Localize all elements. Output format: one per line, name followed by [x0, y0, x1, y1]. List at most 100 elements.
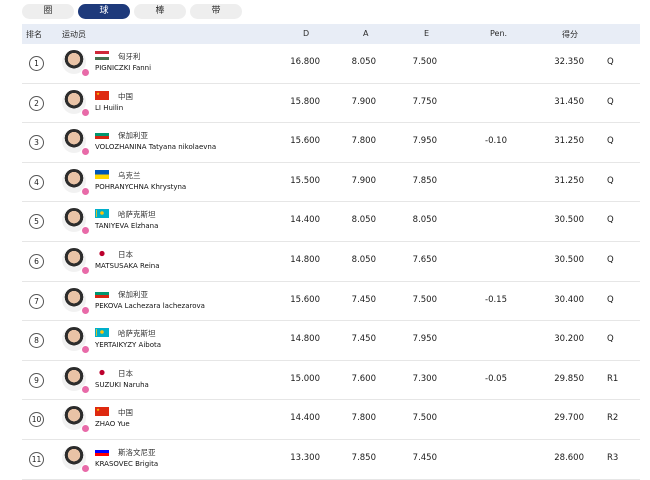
apparatus-tabs: 圈 球 棒 带: [22, 4, 242, 20]
tab-ribbon[interactable]: 带: [190, 4, 242, 19]
rank-badge: 11: [29, 451, 44, 467]
score-d: 15.600: [290, 136, 320, 147]
athlete-country: 中国: [118, 91, 133, 101]
flag-icon: [95, 367, 109, 377]
athlete-name[interactable]: PEKOVA Lachezara lachezarova: [95, 302, 205, 310]
athlete-country: 哈萨克斯坦: [118, 329, 156, 339]
score-a: 7.900: [351, 175, 376, 186]
qualification-status: R3: [607, 452, 619, 463]
qualification-status: Q: [607, 215, 614, 226]
score-total: 30.500: [554, 215, 584, 226]
athlete-name[interactable]: POHRANYCHNA Khrystyna: [95, 183, 186, 191]
score-pen: -0.05: [485, 373, 507, 384]
athlete-badge-icon: [81, 345, 90, 355]
score-e: 8.050: [412, 215, 437, 226]
athlete-name[interactable]: VOLOZHANINA Tatyana nikolaevna: [95, 143, 216, 151]
score-pen: -0.10: [485, 136, 507, 147]
score-a: 8.050: [351, 215, 376, 226]
score-total: 30.400: [554, 294, 584, 305]
header-d: D: [303, 29, 310, 38]
score-d: 15.600: [290, 294, 320, 305]
score-e: 7.850: [412, 175, 437, 186]
header-score: 得分: [562, 30, 578, 39]
athlete-badge-icon: [81, 147, 90, 157]
athlete-name[interactable]: MATSUSAKA Reina: [95, 262, 160, 270]
table-row[interactable]: 9 日本 SUZUKI Naruha 15.000 7.600 7.300 -0…: [22, 361, 640, 401]
athlete-country: 保加利亚: [118, 289, 148, 299]
flag-icon: ★: [95, 407, 109, 417]
score-e: 7.500: [412, 57, 437, 67]
score-a: 7.850: [351, 452, 376, 463]
score-d: 15.500: [290, 175, 320, 186]
table-row[interactable]: 5 哈萨克斯坦 TANIYEVA Elzhana 14.400 8.050 8.…: [22, 202, 640, 242]
athlete-name[interactable]: ZHAO Yue: [95, 420, 130, 428]
score-a: 7.600: [351, 373, 376, 384]
tab-ball[interactable]: 球: [78, 4, 130, 19]
svg-text:★: ★: [96, 91, 100, 96]
athlete-name[interactable]: SUZUKI Naruha: [95, 381, 149, 389]
rank-badge: 5: [29, 214, 44, 230]
score-pen: -0.15: [485, 294, 507, 305]
qualification-status: Q: [607, 254, 614, 265]
athlete-name[interactable]: LI Huilin: [95, 104, 123, 112]
score-e: 7.300: [412, 373, 437, 384]
athlete-country: 保加利亚: [118, 131, 148, 141]
rank-badge: 3: [29, 135, 44, 151]
flag-icon: [95, 51, 109, 60]
flag-icon: [95, 169, 109, 179]
table-row[interactable]: 7 保加利亚 PEKOVA Lachezara lachezarova 15.6…: [22, 282, 640, 322]
results-table: 排名 运动员 D A E Pen. 得分 1 匈牙利 PIGNICZKI Fan…: [22, 24, 640, 480]
table-row[interactable]: 3 保加利亚 VOLOZHANINA Tatyana nikolaevna 15…: [22, 123, 640, 163]
table-row[interactable]: 1 匈牙利 PIGNICZKI Fanni 16.800 8.050 7.500…: [22, 44, 640, 84]
flag-icon: [95, 288, 109, 298]
score-e: 7.950: [412, 334, 437, 345]
rank-badge: 9: [29, 372, 44, 388]
score-d: 15.000: [290, 373, 320, 384]
flag-icon: [95, 130, 109, 140]
qualification-status: Q: [607, 96, 614, 107]
qualification-status: Q: [607, 294, 614, 305]
flag-icon: ★: [95, 90, 109, 100]
tab-hoop[interactable]: 圈: [22, 4, 74, 19]
athlete-country: 匈牙利: [118, 52, 141, 61]
athlete-country: 乌克兰: [118, 170, 141, 180]
score-total: 32.350: [554, 57, 584, 67]
score-a: 8.050: [351, 254, 376, 265]
tab-clubs[interactable]: 棒: [134, 4, 186, 19]
athlete-name[interactable]: YERTAIKYZY Aibota: [95, 341, 161, 349]
table-row[interactable]: 4 乌克兰 POHRANYCHNA Khrystyna 15.500 7.900…: [22, 163, 640, 203]
athlete-name[interactable]: PIGNICZKI Fanni: [95, 64, 151, 72]
score-a: 7.900: [351, 96, 376, 107]
score-total: 31.250: [554, 175, 584, 186]
athlete-badge-icon: [81, 384, 90, 394]
score-d: 15.800: [290, 96, 320, 107]
score-d: 14.400: [290, 215, 320, 226]
score-d: 14.800: [290, 254, 320, 265]
score-total: 28.600: [554, 452, 584, 463]
flag-icon: [95, 446, 109, 456]
svg-text:★: ★: [96, 408, 100, 413]
score-e: 7.750: [412, 96, 437, 107]
athlete-badge-icon: [81, 424, 90, 434]
score-a: 7.450: [351, 334, 376, 345]
flag-icon: [95, 209, 109, 219]
score-e: 7.450: [412, 452, 437, 463]
rank-badge: 8: [29, 333, 44, 349]
score-total: 30.500: [554, 254, 584, 265]
athlete-country: 斯洛文尼亚: [118, 447, 156, 457]
score-total: 31.250: [554, 136, 584, 147]
athlete-badge-icon: [81, 305, 90, 315]
table-row[interactable]: 10 ★ 中国 ZHAO Yue 14.400 7.800 7.500 29.7…: [22, 400, 640, 440]
table-row[interactable]: 2 ★ 中国 LI Huilin 15.800 7.900 7.750 31.4…: [22, 84, 640, 124]
flag-icon: [95, 248, 109, 258]
athlete-badge-icon: [81, 68, 90, 77]
score-e: 7.950: [412, 136, 437, 147]
rank-badge: 1: [29, 56, 44, 71]
table-row[interactable]: 11 斯洛文尼亚 KRASOVEC Brigita 13.300 7.850 7…: [22, 440, 640, 480]
athlete-name[interactable]: TANIYEVA Elzhana: [95, 222, 158, 230]
table-row[interactable]: 6 日本 MATSUSAKA Reina 14.800 8.050 7.650 …: [22, 242, 640, 282]
qualification-status: Q: [607, 334, 614, 345]
athlete-badge-icon: [81, 107, 90, 117]
qualification-status: R2: [607, 413, 619, 424]
table-row[interactable]: 8 哈萨克斯坦 YERTAIKYZY Aibota 14.800 7.450 7…: [22, 321, 640, 361]
